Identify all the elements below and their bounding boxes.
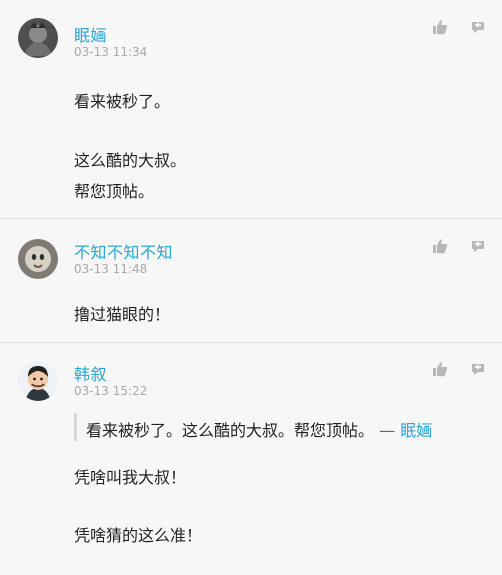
username[interactable]: 眠婳 [74,22,107,46]
user-avatar-icon [18,361,58,401]
comment-actions [432,238,494,256]
comment-text: 帮您顶帖。 [74,182,155,201]
reply-icon[interactable] [470,361,486,377]
comment-actions [432,19,494,37]
comment-actions [432,361,494,379]
user-avatar-icon [18,239,58,279]
comment-item: 韩叙 03-13 15:22 看来被秒了。这么酷的大叔。帮您顶帖。 — 眠婳 凭… [0,343,502,575]
like-icon[interactable] [432,19,448,35]
avatar[interactable] [18,361,58,401]
comment-text: 凭啥叫我大叔！ [74,468,187,487]
like-icon[interactable] [432,361,448,377]
avatar[interactable] [18,239,58,279]
username[interactable]: 不知不知不知 [74,239,173,263]
reply-icon[interactable] [470,238,486,254]
user-avatar-icon [18,18,58,58]
comment-item: 眠婳 03-13 11:34 看来被秒了。 这么酷的大叔。 帮您顶帖。 [0,0,502,219]
timestamp: 03-13 11:48 [74,262,148,276]
quoted-comment: 看来被秒了。这么酷的大叔。帮您顶帖。 — 眠婳 [86,417,432,441]
comment-text: 凭啥猜的这么准！ [74,526,203,545]
comment-item: 不知不知不知 03-13 11:48 撸过猫眼的！ [0,219,502,343]
comment-text: 看来被秒了。 [74,92,171,111]
quote-bar [74,413,77,441]
timestamp: 03-13 11:34 [74,45,148,59]
timestamp: 03-13 15:22 [74,384,148,398]
comment-text: 这么酷的大叔。 [74,151,187,170]
comment-text: 撸过猫眼的！ [74,305,171,324]
like-icon[interactable] [432,238,448,254]
quoted-comment-text: 看来被秒了。这么酷的大叔。帮您顶帖。 [86,421,375,440]
quote-separator: — [379,421,396,440]
avatar[interactable] [18,18,58,58]
reply-icon[interactable] [470,19,486,35]
quoted-author[interactable]: 眠婳 [400,421,432,440]
username[interactable]: 韩叙 [74,361,107,385]
